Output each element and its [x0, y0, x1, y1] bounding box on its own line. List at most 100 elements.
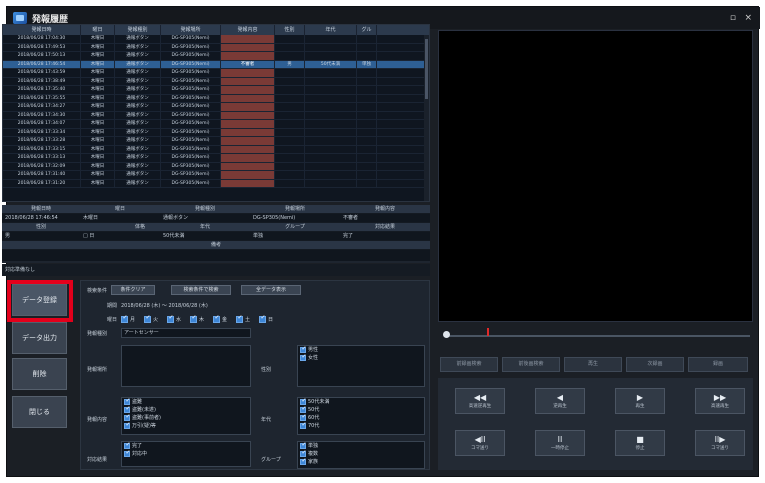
weekday-checkbox[interactable]: 月 — [121, 314, 135, 323]
list-item[interactable]: 盗難(未遂) — [122, 405, 250, 414]
gender-select[interactable]: 男 — [2, 232, 80, 240]
checkbox-icon[interactable] — [124, 421, 131, 429]
table-row[interactable]: 2018/06/28 17:33:34 木曜日 通報ボタン DG-SP305(Nemi… — [3, 128, 429, 137]
weekday-checkbox[interactable]: 金 — [213, 314, 227, 323]
reverse-play-button[interactable]: ◀ 逆再生 — [535, 388, 585, 414]
type-select[interactable]: アートセンサー — [121, 328, 251, 338]
weekday-checkbox[interactable]: 火 — [144, 314, 158, 323]
table-row[interactable]: 2018/06/28 17:38:49 木曜日 通報ボタン DG-SP305(Nemi… — [3, 77, 429, 86]
checkbox-icon[interactable] — [213, 314, 220, 323]
tab-next-record[interactable]: 次録画 — [626, 357, 684, 372]
list-item[interactable]: 50代未満 — [298, 397, 424, 406]
table-row[interactable]: 2018/06/28 17:35:40 木曜日 通報ボタン DG-SP305(Nemi… — [3, 86, 429, 95]
table-row[interactable]: 2018/06/28 17:46:54 木曜日 通報ボタン DG-SP305(Nemi… — [3, 60, 429, 69]
weekday-checkbox[interactable]: 水 — [167, 314, 181, 323]
content-list[interactable]: 盗難 盗難(未遂) 盗難(事前者) 万引(疑)等 — [121, 397, 251, 435]
stop-button[interactable]: ■ 停止 — [615, 430, 665, 456]
tab-record[interactable]: 録画 — [688, 357, 748, 372]
gender-list[interactable]: 男性 女性 — [297, 345, 425, 387]
table-row[interactable]: 2018/06/28 17:04:30 木曜日 通報ボタン DG-SP305(Nemi… — [3, 35, 429, 44]
table-row[interactable]: 2018/06/28 17:43:59 木曜日 通報ボタン DG-SP305(Nemi… — [3, 69, 429, 78]
list-item[interactable]: 家族 — [298, 457, 424, 466]
tab-prev-record[interactable]: 前録画検索 — [440, 357, 498, 372]
col-header[interactable]: 発報場所 — [161, 25, 221, 35]
fast-reverse-button[interactable]: ◀◀ 高速逆再生 — [455, 388, 505, 414]
col-header[interactable]: 性別 — [275, 25, 305, 35]
col-header[interactable]: 曜日 — [81, 25, 115, 35]
result-list[interactable]: 完了 対応中 — [121, 441, 251, 467]
close-icon[interactable]: × — [744, 11, 752, 25]
checkbox-icon[interactable] — [300, 353, 307, 361]
body-value[interactable] — [120, 232, 160, 240]
fast-forward-button[interactable]: ▶▶ 高速再生 — [695, 388, 745, 414]
close-button[interactable]: 閉じる — [12, 396, 67, 428]
weekday-checkbox[interactable]: 土 — [236, 314, 250, 323]
table-scrollbar[interactable] — [424, 35, 429, 201]
table-row[interactable]: 2018/06/28 17:33:15 木曜日 通報ボタン DG-SP305(Nemi… — [3, 145, 429, 154]
show-all-button[interactable]: 全データ表示 — [241, 285, 301, 295]
table-row[interactable]: 2018/06/28 17:31:20 木曜日 通報ボタン DG-SP305(Nemi… — [3, 179, 429, 188]
list-item[interactable]: 50代 — [298, 405, 424, 414]
checkbox-icon[interactable] — [300, 421, 307, 429]
period-value[interactable]: 2018/06/28 (木) 〜 2018/06/28 (木) — [121, 302, 208, 309]
group-list[interactable]: 単独 複数 家族 — [297, 441, 425, 469]
list-item[interactable]: 複数 — [298, 449, 424, 458]
col-header[interactable]: 発報内容 — [221, 25, 275, 35]
weekday-checkbox[interactable]: 日 — [259, 314, 273, 323]
checkbox-icon[interactable] — [124, 449, 131, 457]
age-select[interactable]: 50代未満 — [160, 232, 250, 240]
table-row[interactable]: 2018/06/28 17:50:13 木曜日 通報ボタン DG-SP305(Nemi… — [3, 52, 429, 61]
checkbox-icon[interactable] — [121, 314, 128, 323]
group-select[interactable]: 単独 — [250, 232, 340, 240]
checkbox-icon[interactable] — [144, 314, 151, 323]
col-header[interactable]: 発報日時 — [3, 25, 81, 35]
table-row[interactable]: 2018/06/28 17:34:07 木曜日 通報ボタン DG-SP305(Nemi… — [3, 120, 429, 129]
checkbox-icon[interactable] — [167, 314, 174, 323]
checkbox-icon[interactable] — [190, 314, 197, 323]
table-row[interactable]: 2018/06/28 17:32:09 木曜日 通報ボタン DG-SP305(Nemi… — [3, 162, 429, 171]
checkbox-icon[interactable] — [236, 314, 243, 323]
col-header[interactable]: 年代 — [305, 25, 357, 35]
list-item[interactable]: 女性 — [298, 353, 424, 362]
clear-condition-button[interactable]: 条件クリア — [111, 285, 155, 295]
minimize-button[interactable]: ▫ — [730, 11, 736, 25]
col-header[interactable]: 発報種別 — [115, 25, 161, 35]
list-item[interactable]: 男性 — [298, 345, 424, 354]
age-list[interactable]: 50代未満 50代 60代 70代 — [297, 397, 425, 435]
body-select[interactable]: □ 日 — [80, 232, 120, 240]
table-row[interactable]: 2018/06/28 17:49:53 木曜日 通報ボタン DG-SP305(Nemi… — [3, 43, 429, 52]
detail-value[interactable]: 不審者 — [340, 214, 430, 222]
search-button[interactable]: 検索条件で検索 — [171, 285, 231, 295]
list-item[interactable]: 完了 — [122, 441, 250, 450]
pause-button[interactable]: II 一時停止 — [535, 430, 585, 456]
result-select[interactable]: 完了 — [340, 232, 430, 240]
data-output-button[interactable]: データ出力 — [12, 322, 67, 354]
table-row[interactable]: 2018/06/28 17:31:40 木曜日 通報ボタン DG-SP305(Nemi… — [3, 171, 429, 180]
table-row[interactable]: 2018/06/28 17:34:27 木曜日 通報ボタン DG-SP305(Nemi… — [3, 103, 429, 112]
weekday-checkbox[interactable]: 木 — [190, 314, 204, 323]
list-item[interactable]: 盗難(事前者) — [122, 413, 250, 422]
list-item[interactable]: 盗難 — [122, 397, 250, 406]
seek-bar[interactable] — [445, 335, 750, 337]
list-item[interactable]: 対応中 — [122, 449, 250, 458]
table-row[interactable]: 2018/06/28 17:33:13 木曜日 通報ボタン DG-SP305(Nemi… — [3, 154, 429, 163]
list-item[interactable]: 70代 — [298, 421, 424, 430]
col-header[interactable]: グル — [357, 25, 377, 35]
delete-button[interactable]: 削除 — [12, 358, 67, 390]
remarks-input[interactable] — [2, 250, 430, 261]
list-item[interactable]: 単独 — [298, 441, 424, 450]
table-row[interactable]: 2018/06/28 17:34:30 木曜日 通報ボタン DG-SP305(Nemi… — [3, 111, 429, 120]
play-button[interactable]: ▶ 再生 — [615, 388, 665, 414]
tab-around-record[interactable]: 前後画検索 — [502, 357, 560, 372]
checkbox-icon[interactable] — [300, 457, 307, 465]
table-row[interactable]: 2018/06/28 17:35:55 木曜日 通報ボタン DG-SP305(Nemi… — [3, 94, 429, 103]
table-row[interactable]: 2018/06/28 17:33:28 木曜日 通報ボタン DG-SP305(Nemi… — [3, 137, 429, 146]
step-back-button[interactable]: ◀II コマ送り — [455, 430, 505, 456]
step-forward-button[interactable]: II▶ コマ送り — [695, 430, 745, 456]
seek-handle[interactable] — [443, 331, 450, 338]
location-list[interactable] — [121, 345, 251, 387]
tab-play[interactable]: 再生 — [564, 357, 622, 372]
list-item[interactable]: 60代 — [298, 413, 424, 422]
checkbox-icon[interactable] — [259, 314, 266, 323]
list-item[interactable]: 万引(疑)等 — [122, 421, 250, 430]
